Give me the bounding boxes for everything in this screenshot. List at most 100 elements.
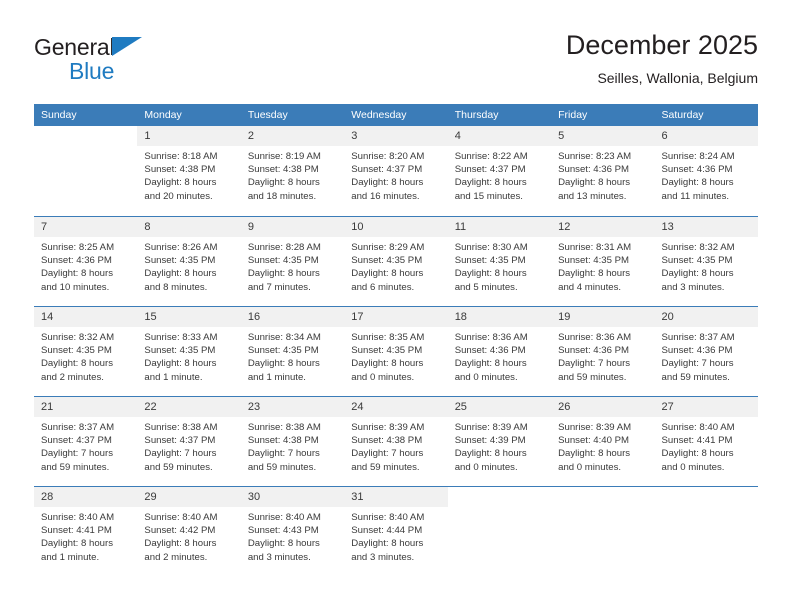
- day-info-line: Sunset: 4:36 PM: [558, 164, 630, 176]
- day-info-line: and 0 minutes.: [351, 371, 415, 383]
- generalblue-logo[interactable]: General Blue: [34, 34, 234, 88]
- day-sun-info: Sunrise: 8:26 AM Sunset: 4:35 PM Daylight:…: [137, 237, 240, 294]
- calendar-week-row: 28 Sunrise: 8:40 AM Sunset: 4:41 PM Dayligh…: [34, 486, 758, 576]
- day-number: [447, 487, 552, 507]
- calendar-day-cell[interactable]: 2 Sunrise: 8:19 AM Sunset: 4:38 PM Daylight…: [240, 126, 345, 216]
- day-sun-info: Sunrise: 8:18 AM Sunset: 4:38 PM Daylight:…: [137, 146, 240, 203]
- calendar-day-cell[interactable]: 5 Sunrise: 8:23 AM Sunset: 4:36 PM Daylight…: [551, 126, 655, 216]
- day-info-line: Sunset: 4:35 PM: [247, 255, 319, 267]
- day-info-line: Daylight: 8 hours: [247, 358, 320, 370]
- day-sun-info: Sunrise: 8:40 AM Sunset: 4:41 PM Daylight:…: [655, 417, 758, 474]
- day-sun-info: Sunrise: 8:38 AM Sunset: 4:38 PM Daylight:…: [241, 417, 344, 474]
- calendar-day-cell[interactable]: 3 Sunrise: 8:20 AM Sunset: 4:37 PM Daylight…: [344, 126, 448, 216]
- day-number: 29: [137, 487, 241, 507]
- calendar-week-row: 14 Sunrise: 8:32 AM Sunset: 4:35 PM Dayligh…: [34, 306, 758, 396]
- day-info-line: and 59 minutes.: [144, 461, 213, 473]
- day-sun-info: Sunrise: 8:24 AM Sunset: 4:36 PM Daylight:…: [655, 146, 758, 203]
- calendar-day-cell[interactable]: 23 Sunrise: 8:38 AM Sunset: 4:38 PM Dayligh…: [240, 397, 345, 486]
- day-number: 30: [240, 487, 345, 507]
- day-info-line: Sunrise: 8:19 AM: [247, 151, 321, 162]
- day-sun-info: Sunrise: 8:28 AM Sunset: 4:35 PM Daylight:…: [241, 237, 344, 294]
- day-info-line: and 2 minutes.: [41, 371, 104, 383]
- calendar-day-cell[interactable]: 12 Sunrise: 8:31 AM Sunset: 4:35 PM Dayligh…: [551, 217, 655, 306]
- day-info-line: Sunset: 4:37 PM: [41, 435, 112, 447]
- day-info-line: Daylight: 7 hours: [144, 448, 217, 460]
- day-info-line: Daylight: 8 hours: [661, 177, 734, 189]
- day-info-line: Sunrise: 8:24 AM: [661, 151, 735, 162]
- day-number: 8: [137, 217, 241, 237]
- day-number: 3: [344, 126, 448, 146]
- weekday-header-monday: Monday: [144, 109, 182, 121]
- calendar-day-cell[interactable]: 25 Sunrise: 8:39 AM Sunset: 4:39 PM Dayligh…: [447, 397, 552, 486]
- day-number: 16: [240, 307, 345, 327]
- calendar-day-cell[interactable]: 1 Sunrise: 8:18 AM Sunset: 4:38 PM Daylight…: [137, 126, 241, 216]
- day-info-line: Daylight: 8 hours: [144, 538, 217, 550]
- calendar-day-cell[interactable]: 30 Sunrise: 8:40 AM Sunset: 4:43 PM Dayligh…: [240, 487, 345, 576]
- day-info-line: and 1 minute.: [144, 371, 203, 383]
- calendar-week-row: 21 Sunrise: 8:37 AM Sunset: 4:37 PM Dayligh…: [34, 396, 758, 486]
- day-info-line: Sunrise: 8:39 AM: [454, 422, 528, 433]
- day-info-line: Sunset: 4:40 PM: [558, 435, 630, 447]
- calendar-day-cell[interactable]: 27 Sunrise: 8:40 AM Sunset: 4:41 PM Dayligh…: [654, 397, 758, 486]
- day-info-line: Daylight: 8 hours: [41, 538, 113, 550]
- day-info-line: Sunset: 4:36 PM: [454, 345, 526, 357]
- calendar-day-cell[interactable]: 4 Sunrise: 8:22 AM Sunset: 4:37 PM Daylight…: [447, 126, 552, 216]
- calendar-day-cell[interactable]: 22 Sunrise: 8:38 AM Sunset: 4:37 PM Dayligh…: [137, 397, 241, 486]
- day-info-line: Sunset: 4:35 PM: [41, 345, 112, 357]
- day-info-line: and 3 minutes.: [247, 551, 311, 563]
- day-info-line: Sunrise: 8:31 AM: [558, 242, 632, 253]
- calendar-day-cell[interactable]: 17 Sunrise: 8:35 AM Sunset: 4:35 PM Dayligh…: [344, 307, 448, 396]
- day-info-line: Sunrise: 8:38 AM: [144, 422, 218, 433]
- calendar-day-cell[interactable]: 16 Sunrise: 8:34 AM Sunset: 4:35 PM Dayligh…: [240, 307, 345, 396]
- calendar-day-cell[interactable]: 8 Sunrise: 8:26 AM Sunset: 4:35 PM Daylight…: [137, 217, 241, 306]
- day-info-line: Sunrise: 8:40 AM: [351, 512, 425, 523]
- calendar-day-cell[interactable]: 28 Sunrise: 8:40 AM Sunset: 4:41 PM Dayligh…: [34, 487, 138, 576]
- day-info-line: Sunset: 4:36 PM: [41, 255, 112, 267]
- calendar-day-cell[interactable]: 7 Sunrise: 8:25 AM Sunset: 4:36 PM Daylight…: [34, 217, 138, 306]
- day-number: 13: [654, 217, 758, 237]
- day-info-line: Daylight: 8 hours: [41, 358, 113, 370]
- calendar-day-cell[interactable]: 6 Sunrise: 8:24 AM Sunset: 4:36 PM Daylight…: [654, 126, 758, 216]
- calendar-day-cell[interactable]: 11 Sunrise: 8:30 AM Sunset: 4:35 PM Dayligh…: [447, 217, 552, 306]
- calendar-day-cell[interactable]: 9 Sunrise: 8:28 AM Sunset: 4:35 PM Daylight…: [240, 217, 345, 306]
- day-number: 24: [344, 397, 448, 417]
- calendar-day-cell[interactable]: 14 Sunrise: 8:32 AM Sunset: 4:35 PM Dayligh…: [34, 307, 138, 396]
- day-number: 1: [137, 126, 241, 146]
- day-info-line: Sunset: 4:36 PM: [661, 345, 733, 357]
- day-sun-info: Sunrise: 8:37 AM Sunset: 4:37 PM Daylight:…: [34, 417, 137, 474]
- day-sun-info: Sunrise: 8:23 AM Sunset: 4:36 PM Daylight:…: [551, 146, 654, 203]
- day-sun-info: Sunrise: 8:32 AM Sunset: 4:35 PM Daylight:…: [34, 327, 137, 384]
- day-info-line: Sunrise: 8:18 AM: [144, 151, 218, 162]
- calendar-day-cell[interactable]: 15 Sunrise: 8:33 AM Sunset: 4:35 PM Dayligh…: [137, 307, 241, 396]
- day-info-line: and 0 minutes.: [661, 461, 725, 473]
- calendar-grid: Sunday Monday Tuesday Wednesday Thursday Frid…: [34, 104, 758, 576]
- day-info-line: Daylight: 8 hours: [247, 538, 320, 550]
- calendar-day-cell[interactable]: 26 Sunrise: 8:39 AM Sunset: 4:40 PM Dayligh…: [551, 397, 655, 486]
- day-info-line: Sunset: 4:35 PM: [351, 255, 423, 267]
- calendar-day-cell[interactable]: 20 Sunrise: 8:37 AM Sunset: 4:36 PM Dayligh…: [654, 307, 758, 396]
- weekday-header-sunday: Sunday: [41, 109, 77, 121]
- calendar-weeks: 1 Sunrise: 8:18 AM Sunset: 4:38 PM Daylight…: [34, 126, 758, 576]
- day-info-line: Sunset: 4:35 PM: [351, 345, 423, 357]
- day-sun-info: Sunrise: 8:34 AM Sunset: 4:35 PM Daylight:…: [241, 327, 344, 384]
- calendar-day-cell[interactable]: 29 Sunrise: 8:40 AM Sunset: 4:42 PM Dayligh…: [137, 487, 241, 576]
- day-number: 31: [344, 487, 448, 507]
- day-sun-info: Sunrise: 8:39 AM Sunset: 4:38 PM Daylight:…: [344, 417, 447, 474]
- calendar-day-cell[interactable]: 24 Sunrise: 8:39 AM Sunset: 4:38 PM Dayligh…: [344, 397, 448, 486]
- calendar-week-row: 7 Sunrise: 8:25 AM Sunset: 4:36 PM Daylight…: [34, 216, 758, 306]
- calendar-day-cell[interactable]: 10 Sunrise: 8:29 AM Sunset: 4:35 PM Dayligh…: [344, 217, 448, 306]
- day-sun-info: Sunrise: 8:36 AM Sunset: 4:36 PM Daylight:…: [448, 327, 551, 384]
- day-sun-info: Sunrise: 8:40 AM Sunset: 4:44 PM Daylight:…: [344, 507, 447, 564]
- calendar-day-cell-empty: [34, 126, 138, 216]
- calendar-day-cell[interactable]: 31 Sunrise: 8:40 AM Sunset: 4:44 PM Dayligh…: [344, 487, 448, 576]
- calendar-day-cell[interactable]: 19 Sunrise: 8:36 AM Sunset: 4:36 PM Dayligh…: [551, 307, 655, 396]
- day-info-line: Daylight: 8 hours: [661, 448, 734, 460]
- calendar-day-cell[interactable]: 21 Sunrise: 8:37 AM Sunset: 4:37 PM Dayligh…: [34, 397, 138, 486]
- day-info-line: Sunrise: 8:40 AM: [661, 422, 735, 433]
- calendar-day-cell[interactable]: 18 Sunrise: 8:36 AM Sunset: 4:36 PM Dayligh…: [447, 307, 552, 396]
- day-info-line: Daylight: 8 hours: [351, 177, 424, 189]
- day-info-line: Daylight: 8 hours: [247, 268, 320, 280]
- day-info-line: and 1 minute.: [41, 551, 100, 563]
- calendar-day-cell[interactable]: 13 Sunrise: 8:32 AM Sunset: 4:35 PM Dayligh…: [654, 217, 758, 306]
- day-info-line: Sunset: 4:38 PM: [144, 164, 216, 176]
